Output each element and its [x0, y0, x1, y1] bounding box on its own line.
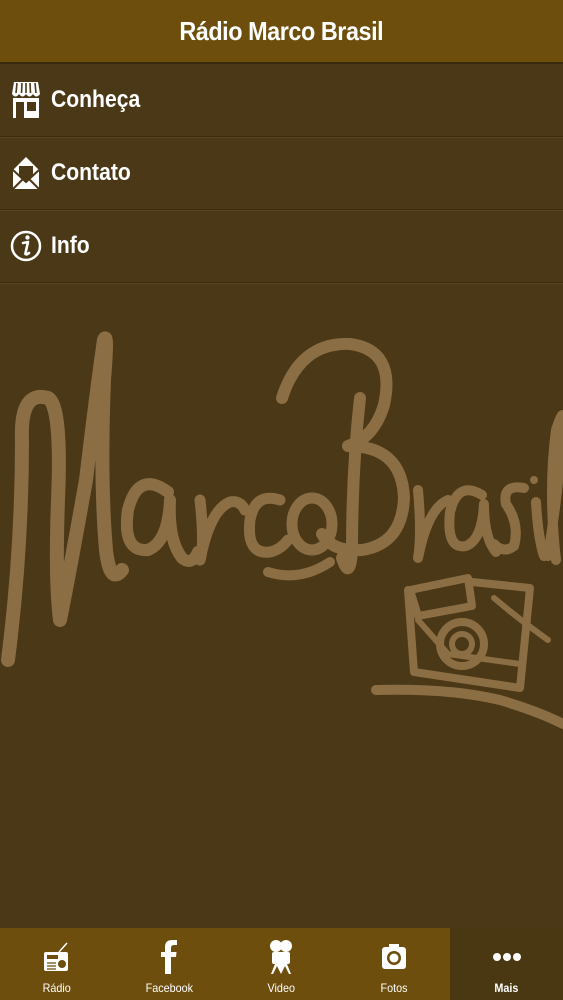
- tab-fotos[interactable]: Fotos: [338, 928, 451, 1000]
- page-title: Rádio Marco Brasil: [179, 15, 384, 46]
- bottom-tab-bar: Rádio Facebook Video Fotos Mais: [0, 928, 563, 1000]
- camera-icon: [381, 937, 407, 977]
- menu-item-label: Conheça: [51, 86, 141, 113]
- menu-item-label: Info: [51, 232, 90, 259]
- menu-item-label: Contato: [51, 159, 131, 186]
- facebook-icon: [160, 937, 177, 977]
- tab-label: Fotos: [380, 981, 408, 995]
- envelope-icon: [10, 153, 42, 193]
- menu-item-info[interactable]: Info: [0, 210, 563, 283]
- more-dots-icon: [492, 937, 521, 977]
- tab-radio[interactable]: Rádio: [0, 928, 113, 1000]
- store-icon: [10, 80, 42, 120]
- menu-item-conheca[interactable]: Conheça: [0, 64, 563, 137]
- menu-item-contato[interactable]: Contato: [0, 137, 563, 210]
- tab-label: Mais: [494, 981, 519, 995]
- video-camera-icon: [269, 937, 293, 977]
- info-icon: [10, 226, 42, 266]
- main-menu: Conheça Contato Info: [0, 64, 563, 283]
- marco-brasil-logo: [1, 331, 563, 729]
- tab-label: Rádio: [42, 981, 71, 995]
- tab-label: Facebook: [145, 981, 193, 995]
- tab-video[interactable]: Video: [225, 928, 338, 1000]
- tab-mais[interactable]: Mais: [450, 928, 563, 1000]
- radio-icon: [43, 937, 69, 977]
- tab-facebook[interactable]: Facebook: [113, 928, 226, 1000]
- app-header: Rádio Marco Brasil: [0, 0, 563, 64]
- tab-label: Video: [267, 981, 296, 995]
